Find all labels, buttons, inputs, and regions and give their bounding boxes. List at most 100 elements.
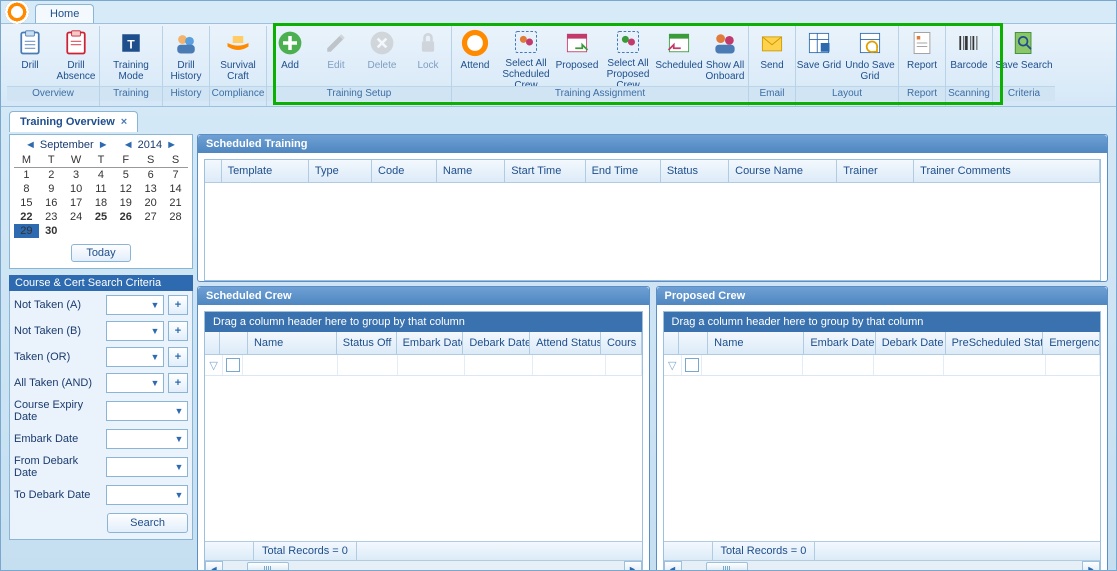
close-icon[interactable]: × (121, 116, 127, 128)
criteria-input[interactable]: ▼ (106, 401, 188, 421)
cal-day[interactable]: 6 (138, 168, 163, 183)
cal-day[interactable]: 13 (138, 182, 163, 196)
column-header[interactable]: Embark Date (397, 332, 464, 354)
filter-cell[interactable] (702, 355, 803, 375)
filter-icon[interactable]: ▽ (664, 355, 683, 375)
cal-day[interactable]: 11 (89, 182, 114, 196)
add-criteria-button[interactable]: + (168, 373, 188, 393)
undo-save-grid-button[interactable]: Undo Save Grid (842, 26, 898, 86)
scheduled-crew-filter-row[interactable]: ▽ (205, 355, 642, 376)
scheduled-crew-scrollbar[interactable]: ◄ ► (205, 560, 642, 571)
training-mode-button[interactable]: T Training Mode (100, 26, 162, 86)
column-header[interactable]: Status Off (337, 332, 397, 354)
filter-cell[interactable] (874, 355, 943, 375)
column-header[interactable]: Name (708, 332, 804, 354)
cal-day[interactable]: 28 (163, 210, 188, 224)
column-header[interactable]: Emergency (1043, 332, 1100, 354)
today-button[interactable]: Today (71, 244, 130, 262)
calendar-grid[interactable]: MTWTFSS 12345678910111213141516171819202… (14, 153, 188, 238)
scheduled-button[interactable]: Scheduled (656, 26, 702, 86)
cal-day[interactable]: 18 (89, 196, 114, 210)
filter-cell[interactable] (465, 355, 533, 375)
chevron-down-icon[interactable]: ▼ (149, 326, 161, 336)
drill-button[interactable]: Drill (7, 26, 53, 86)
proposed-crew-group-bar[interactable]: Drag a column header here to group by th… (664, 312, 1101, 332)
proposed-crew-scrollbar[interactable]: ◄ ► (664, 560, 1101, 571)
cal-day[interactable]: 8 (14, 182, 39, 196)
cal-day[interactable]: 26 (113, 210, 138, 224)
cal-next-year[interactable]: ► (166, 139, 177, 151)
column-header[interactable]: Code (372, 160, 437, 182)
chevron-down-icon[interactable]: ▼ (149, 300, 161, 310)
cal-day[interactable]: 3 (64, 168, 89, 183)
column-header[interactable]: Course Name (729, 160, 837, 182)
proposed-crew-filter-row[interactable]: ▽ (664, 355, 1101, 376)
column-header[interactable]: End Time (586, 160, 661, 182)
checkbox-icon[interactable] (685, 358, 699, 372)
select-all-proposed-crew-button[interactable]: Select All Proposed Crew (600, 26, 656, 86)
cal-day[interactable]: 7 (163, 168, 188, 183)
tab-home[interactable]: Home (35, 4, 94, 23)
add-criteria-button[interactable]: + (168, 321, 188, 341)
cal-day[interactable]: 23 (39, 210, 64, 224)
edit-button[interactable]: Edit (313, 26, 359, 86)
barcode-button[interactable]: Barcode (946, 26, 992, 86)
chevron-down-icon[interactable]: ▼ (173, 434, 185, 444)
cal-next-month[interactable]: ► (98, 139, 109, 151)
cal-day[interactable]: 27 (138, 210, 163, 224)
cal-day[interactable]: 14 (163, 182, 188, 196)
scheduled-crew-body[interactable] (205, 376, 642, 541)
cal-month[interactable]: September (40, 139, 94, 151)
column-header[interactable]: Template (222, 160, 309, 182)
chevron-down-icon[interactable]: ▼ (173, 406, 185, 416)
survival-craft-button[interactable]: Survival Craft (210, 26, 266, 86)
filter-cell[interactable] (1046, 355, 1100, 375)
criteria-input[interactable]: ▼ (106, 457, 188, 477)
cal-prev-year[interactable]: ◄ (123, 139, 134, 151)
cal-day[interactable]: 20 (138, 196, 163, 210)
scroll-left-icon[interactable]: ◄ (205, 561, 223, 571)
chevron-down-icon[interactable]: ▼ (149, 378, 161, 388)
select-all-scheduled-crew-button[interactable]: Select All Scheduled Crew (498, 26, 554, 86)
cal-day[interactable]: 22 (14, 210, 39, 224)
column-header[interactable]: Status (661, 160, 729, 182)
criteria-input[interactable]: ▼ (106, 321, 164, 341)
filter-cell[interactable] (398, 355, 466, 375)
cal-day[interactable]: 2 (39, 168, 64, 183)
search-button[interactable]: Search (107, 513, 188, 533)
cal-day[interactable]: 30 (39, 224, 64, 238)
scheduled-crew-group-bar[interactable]: Drag a column header here to group by th… (205, 312, 642, 332)
scroll-thumb[interactable] (247, 562, 289, 571)
cal-day[interactable]: 1 (14, 168, 39, 183)
cal-day[interactable]: 17 (64, 196, 89, 210)
cal-day[interactable]: 16 (39, 196, 64, 210)
drill-absence-button[interactable]: Drill Absence (53, 26, 99, 86)
scroll-right-icon[interactable]: ► (1082, 561, 1100, 571)
criteria-input[interactable]: ▼ (106, 295, 164, 315)
cal-day[interactable]: 21 (163, 196, 188, 210)
column-header[interactable]: Debark Date (876, 332, 946, 354)
checkbox-icon[interactable] (226, 358, 240, 372)
filter-cell[interactable] (606, 355, 641, 375)
column-header[interactable]: Type (309, 160, 372, 182)
cal-day[interactable]: 29 (14, 224, 39, 238)
column-header[interactable]: Attend Status (530, 332, 601, 354)
cal-day[interactable]: 19 (113, 196, 138, 210)
lock-button[interactable]: Lock (405, 26, 451, 86)
filter-icon[interactable]: ▽ (205, 355, 223, 375)
send-button[interactable]: Send (749, 26, 795, 86)
add-criteria-button[interactable]: + (168, 295, 188, 315)
scroll-right-icon[interactable]: ► (624, 561, 642, 571)
tab-training-overview[interactable]: Training Overview × (9, 111, 138, 132)
scroll-left-icon[interactable]: ◄ (664, 561, 682, 571)
column-header[interactable]: Cours (601, 332, 642, 354)
column-header[interactable]: PreScheduled Status (946, 332, 1044, 354)
criteria-input[interactable]: ▼ (106, 429, 188, 449)
column-header[interactable]: Trainer Comments (914, 160, 1100, 182)
filter-cell[interactable] (533, 355, 606, 375)
save-grid-button[interactable]: Save Grid (796, 26, 842, 86)
cal-day[interactable]: 10 (64, 182, 89, 196)
column-header[interactable]: Embark Date (804, 332, 875, 354)
column-header[interactable]: Name (437, 160, 505, 182)
cal-day[interactable]: 9 (39, 182, 64, 196)
